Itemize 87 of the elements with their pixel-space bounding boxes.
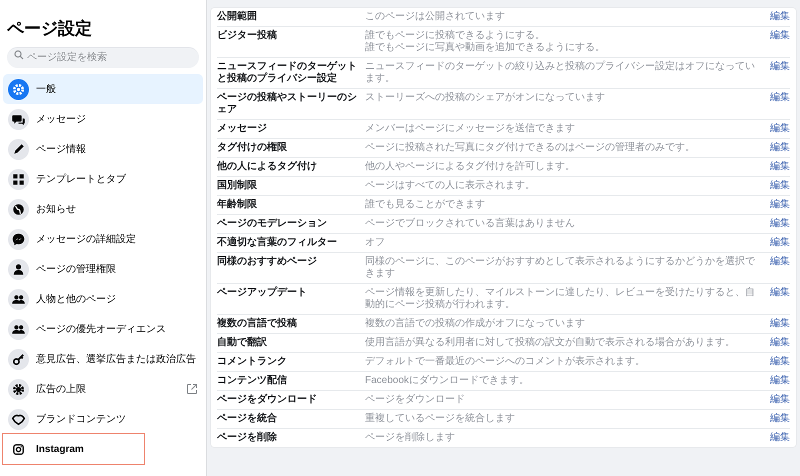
- setting-value: ニュースフィードのターゲットの絞り込みと投稿のプライバシー設定はオフになっています。: [365, 61, 756, 85]
- setting-label: メッセージ: [217, 123, 268, 135]
- grid-icon: [8, 168, 29, 190]
- sidebar-item[interactable]: 人物と他のページ: [3, 284, 203, 314]
- setting-value: 使用言語が異なる利用者に対して投稿の訳文が自動で表示される場合があります。: [365, 337, 736, 349]
- sidebar-title: ページ設定: [6, 18, 93, 40]
- setting-value: 誰でもページに写真や動画を追加できるようにする。: [365, 42, 606, 54]
- pencil-icon: [8, 138, 29, 160]
- people-icon: [8, 318, 29, 340]
- key-icon: [8, 348, 29, 370]
- setting-value: このページは公開されています: [365, 11, 506, 23]
- sidebar-item[interactable]: Instagram: [3, 434, 144, 464]
- setting-label: ページアップデート: [217, 287, 308, 299]
- setting-label: 公開範囲: [217, 11, 258, 23]
- setting-value: ページ情報を更新したり、マイルストーンに達したり、レビューを受けたりすると、自動的にページ投稿が行われます。: [365, 287, 756, 311]
- setting-value: Facebookにダウンロードできます。: [365, 375, 530, 387]
- setting-value: ページに投稿された写真にタグ付けできるのはページの管理者のみです。: [365, 142, 696, 154]
- setting-label: ページをダウンロード: [217, 394, 318, 406]
- edit-link[interactable]: 編集: [770, 218, 790, 230]
- setting-label: 同様のおすすめページ: [217, 256, 318, 268]
- edit-link[interactable]: 編集: [770, 375, 790, 387]
- setting-value: 誰でもページに投稿できるようにする。: [365, 30, 546, 42]
- setting-label: ページを削除: [217, 432, 278, 444]
- sidebar-item[interactable]: ブランドコンテンツ: [3, 404, 203, 434]
- setting-value: 同様のページに、このページがおすすめとして表示されるようにするかどうかを選択できます: [365, 256, 756, 280]
- people-icon: [8, 288, 29, 310]
- setting-label: 他の人によるタグ付け: [217, 161, 318, 173]
- setting-label: 国別制限: [217, 180, 258, 192]
- setting-label: 不適切な言葉のフィルター: [217, 237, 338, 249]
- chat-bubbles-icon: [8, 108, 29, 130]
- setting-value: 誰でも見ることができます: [365, 199, 486, 211]
- messenger-icon: [8, 228, 29, 250]
- sidebar-item[interactable]: テンプレートとタブ: [3, 164, 203, 194]
- setting-label: ページを統合: [217, 413, 278, 425]
- sidebar-item[interactable]: メッセージの詳細設定: [3, 224, 203, 254]
- edit-link[interactable]: 編集: [770, 30, 790, 42]
- setting-value: ページでブロックされている言葉はありません: [365, 218, 576, 230]
- edit-link[interactable]: 編集: [770, 287, 790, 299]
- setting-value: ページをダウンロード: [365, 394, 466, 406]
- setting-label: ニュースフィードのターゲットと投稿のプライバシー設定: [217, 61, 357, 85]
- edit-link[interactable]: 編集: [770, 142, 790, 154]
- sidebar-item[interactable]: ページの管理権限: [3, 254, 203, 284]
- setting-label: ビジター投稿: [217, 30, 278, 42]
- edit-link[interactable]: 編集: [770, 161, 790, 173]
- sidebar-item[interactable]: ページ情報: [3, 134, 203, 164]
- setting-label: 自動で翻訳: [217, 337, 268, 349]
- edit-link[interactable]: 編集: [770, 123, 790, 135]
- search-field[interactable]: ページ設定を検索: [7, 46, 199, 68]
- edit-link[interactable]: 編集: [770, 413, 790, 425]
- edit-link[interactable]: 編集: [770, 337, 790, 349]
- setting-value: メンバーはページにメッセージを送信できます: [365, 123, 576, 135]
- gear-icon: [8, 78, 29, 100]
- edit-link[interactable]: 編集: [770, 394, 790, 406]
- edit-link[interactable]: 編集: [770, 256, 790, 268]
- setting-value: 他の人やページによるタグ付けを許可します。: [365, 161, 576, 173]
- search-icon: [14, 50, 24, 60]
- gear-icon: [8, 378, 29, 400]
- setting-label: ページのモデレーション: [217, 218, 328, 230]
- setting-label: 年齢制限: [217, 199, 258, 211]
- edit-link[interactable]: 編集: [770, 318, 790, 330]
- edit-link[interactable]: 編集: [770, 237, 790, 249]
- sidebar-item[interactable]: 一般: [3, 74, 203, 104]
- setting-label: タグ付けの権限: [217, 142, 288, 154]
- edit-link[interactable]: 編集: [770, 92, 790, 104]
- setting-value: 重複しているページを統合します: [365, 413, 516, 425]
- setting-label: コンテンツ配信: [217, 375, 288, 387]
- setting-label: 複数の言語で投稿: [217, 318, 298, 330]
- sidebar-item[interactable]: メッセージ: [3, 104, 203, 134]
- setting-label: コメントランク: [217, 356, 288, 368]
- setting-value: ページはすべての人に表示されます。: [365, 180, 536, 192]
- sidebar-item[interactable]: ページの優先オーディエンス: [3, 314, 203, 344]
- setting-value: オフ: [365, 237, 386, 249]
- edit-link[interactable]: 編集: [770, 11, 790, 23]
- sidebar-item[interactable]: 意見広告、選挙広告または政治広告: [3, 344, 203, 374]
- edit-link[interactable]: 編集: [770, 432, 790, 444]
- setting-value: デフォルトで一番最近のページへのコメントが表示されます。: [365, 356, 646, 368]
- setting-value: 複数の言語での投稿の作成がオフになっています: [365, 318, 586, 330]
- edit-link[interactable]: 編集: [770, 356, 790, 368]
- edit-link[interactable]: 編集: [770, 199, 790, 211]
- setting-label: ページの投稿やストーリーのシェア: [217, 92, 357, 116]
- setting-value: ストーリーズへの投稿のシェアがオンになっています: [365, 92, 606, 104]
- setting-value: ページを削除します: [365, 432, 456, 444]
- sidebar-item[interactable]: お知らせ: [3, 194, 203, 224]
- edit-link[interactable]: 編集: [770, 61, 790, 73]
- sidebar-item[interactable]: 広告の上限: [3, 374, 203, 404]
- person-icon: [8, 258, 29, 280]
- edit-link[interactable]: 編集: [770, 180, 790, 192]
